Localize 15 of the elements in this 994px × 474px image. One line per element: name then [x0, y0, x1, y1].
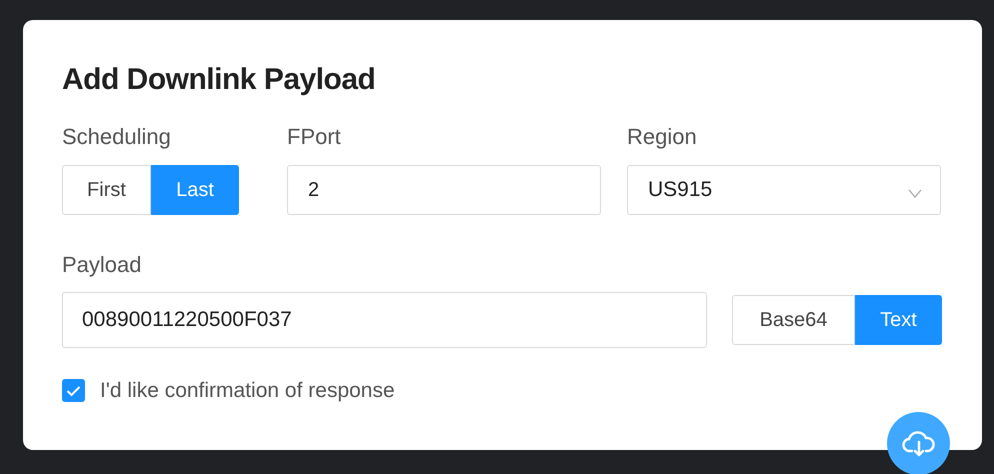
field-label: Scheduling — [62, 124, 172, 150]
fport-field[interactable]: 2 — [287, 165, 601, 215]
checkbox[interactable] — [62, 379, 85, 402]
field-label: Region — [627, 124, 698, 150]
field-label: FPort — [287, 124, 342, 150]
checkbox-label: I'd like confirmation of response — [100, 378, 395, 404]
region-select[interactable]: US915 — [627, 165, 941, 215]
chevron-down-icon — [908, 188, 922, 198]
cloud-download-icon — [902, 430, 936, 456]
payload-field[interactable]: 00890011220500F037 — [62, 292, 707, 348]
check-icon — [66, 384, 81, 397]
segment-option[interactable]: First — [62, 165, 151, 215]
dialog-title: Add Downlink Payload — [62, 62, 376, 98]
segment-option[interactable]: Base64 — [732, 295, 855, 345]
field-label: Payload — [62, 252, 143, 278]
